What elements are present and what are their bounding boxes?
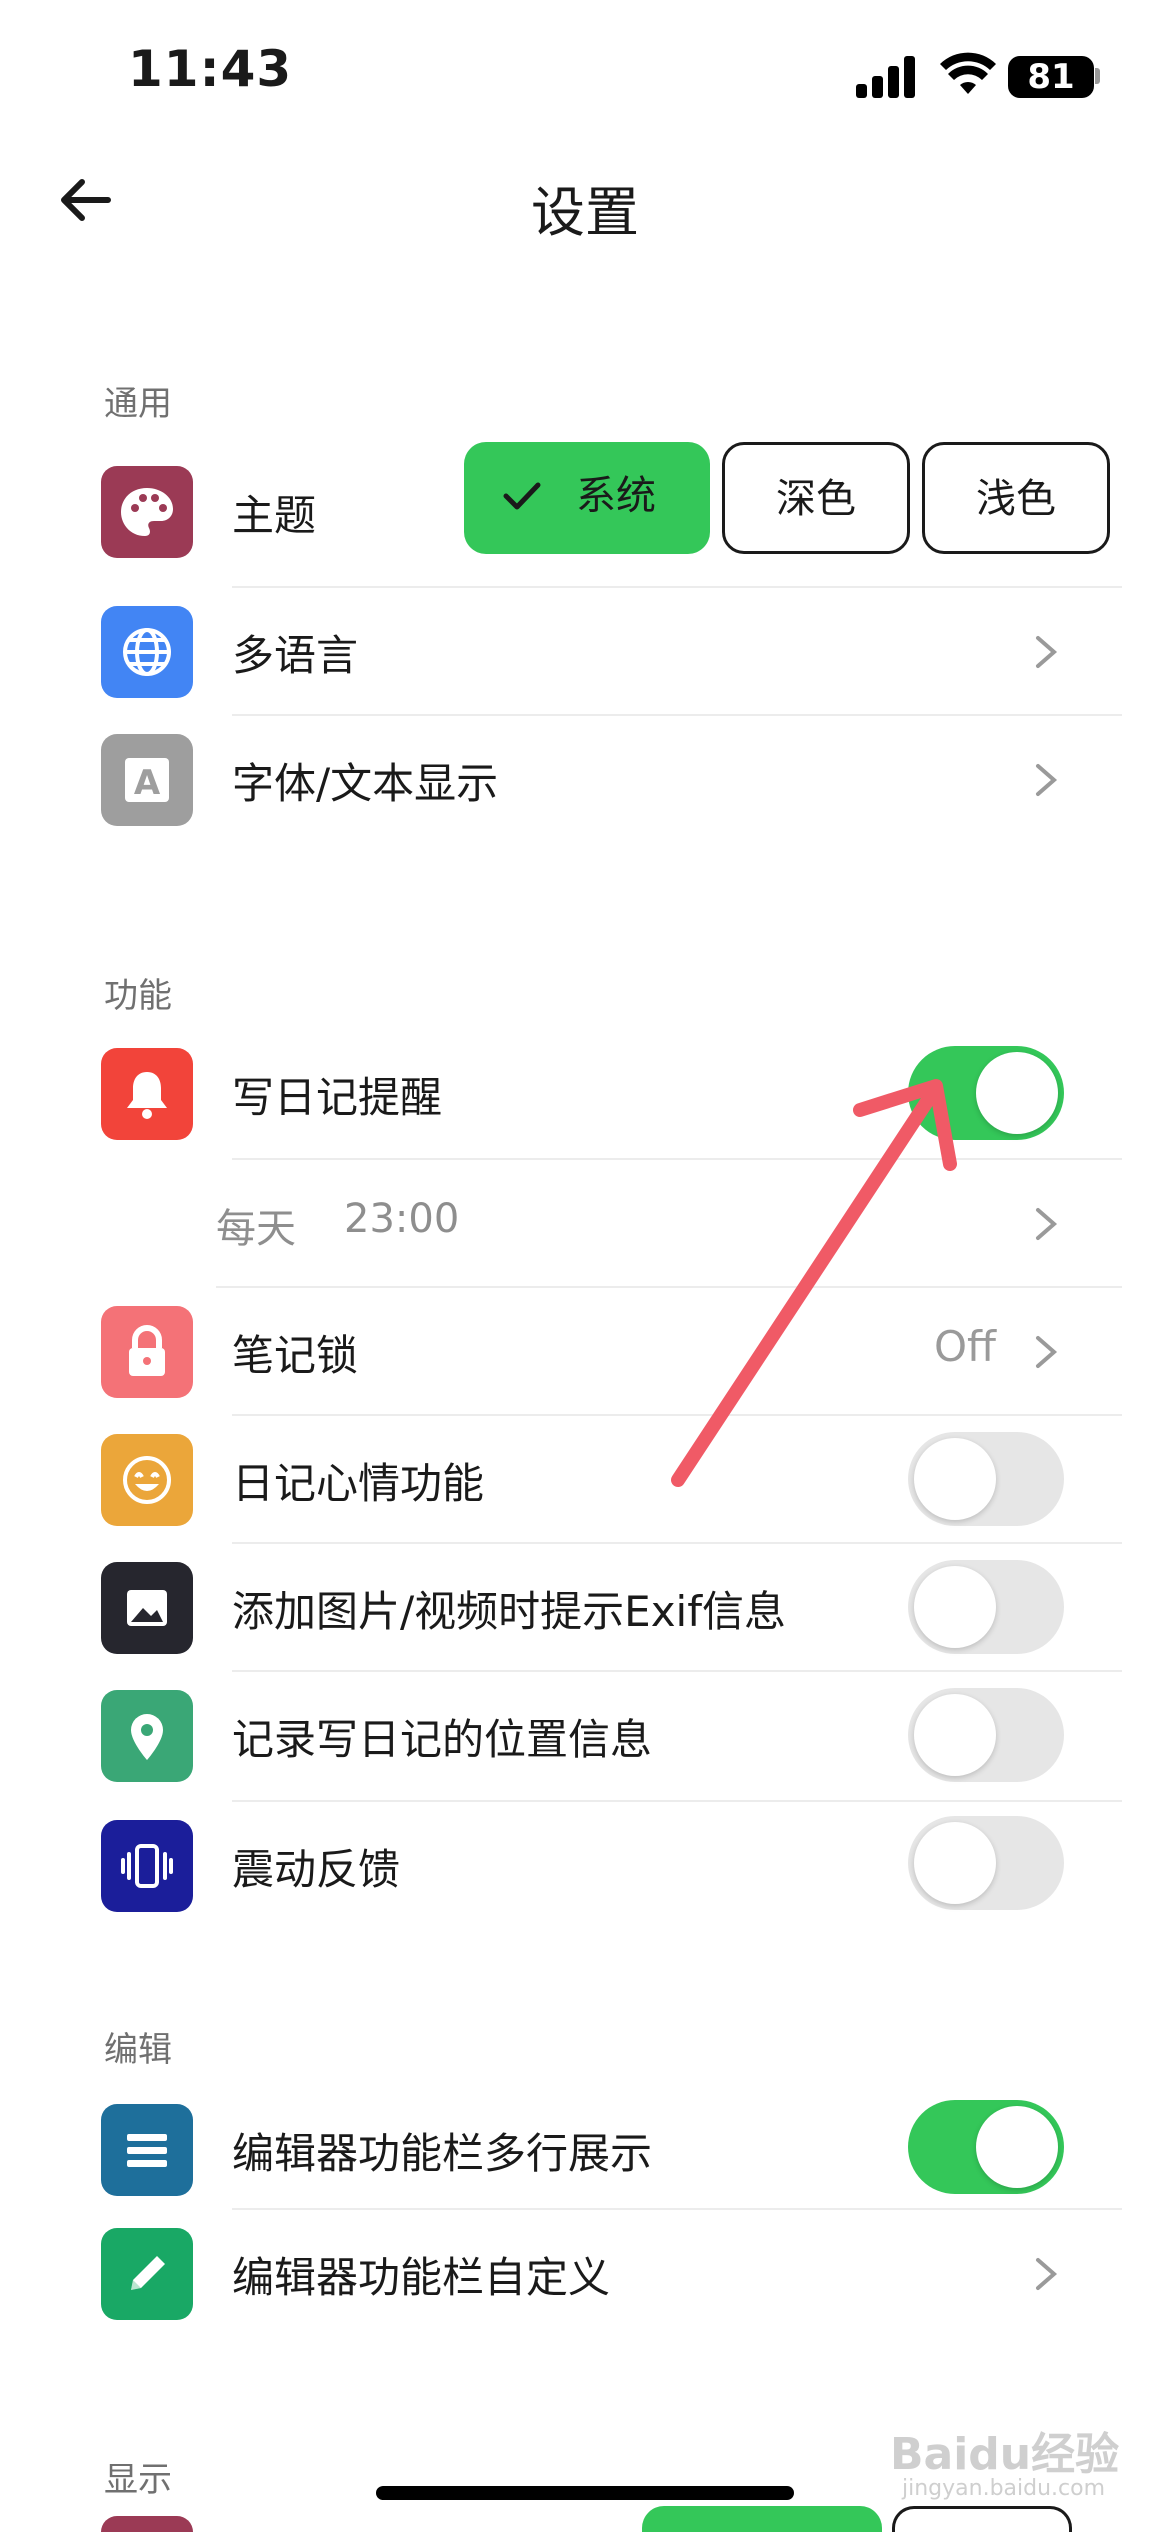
divider [232, 1670, 1122, 1672]
mood-label: 日记心情功能 [232, 1459, 485, 1508]
toggle-knob [914, 1694, 996, 1776]
battery-cap [1095, 68, 1100, 84]
image-icon [101, 1562, 193, 1654]
theme-option-light-label: 浅色 [976, 476, 1056, 522]
chevron-right-icon [1036, 764, 1058, 796]
divider [232, 1542, 1122, 1544]
location-label: 记录写日记的位置信息 [232, 1715, 653, 1764]
bell-icon [101, 1048, 193, 1140]
theme-option-dark-label: 深色 [776, 476, 856, 522]
svg-text:A: A [134, 763, 161, 803]
divider [232, 586, 1122, 588]
annotation-arrow-icon [671, 1079, 957, 1487]
chevron-right-icon [1036, 1336, 1058, 1368]
language-label: 多语言 [232, 631, 359, 680]
section-header-features: 功能 [104, 976, 172, 1016]
chevron-right-icon [1036, 636, 1058, 668]
multiline-label: 编辑器功能栏多行展示 [232, 2129, 653, 2178]
diary-reminder-label: 写日记提醒 [232, 1073, 443, 1122]
location-toggle[interactable] [908, 1688, 1064, 1782]
watermark-brand: Baidu经验 [890, 2429, 1120, 2480]
note-lock-label: 笔记锁 [232, 1331, 359, 1380]
toggle-knob [976, 1052, 1058, 1134]
lock-icon [101, 1306, 193, 1398]
watermark-url: jingyan.baidu.com [902, 2476, 1106, 2501]
home-indicator[interactable] [376, 2486, 794, 2500]
divider [232, 2208, 1122, 2210]
chevron-right-icon [1036, 2258, 1058, 2290]
section-header-general: 通用 [104, 384, 172, 424]
font-label: 字体/文本显示 [232, 759, 499, 808]
wifi-icon [940, 52, 996, 94]
battery-icon: 81 [1008, 56, 1094, 98]
location-pin-icon [101, 1690, 193, 1782]
reminder-day: 每天 [216, 1206, 296, 1252]
cellular-signal-icon [856, 56, 918, 98]
status-time: 11:43 [128, 40, 293, 98]
section-header-edit: 编辑 [104, 2030, 172, 2070]
exif-label: 添加图片/视频时提示Exif信息 [232, 1587, 786, 1636]
theme-option-dark[interactable]: 深色 [722, 442, 910, 554]
palette-icon [101, 2516, 193, 2532]
pencil-icon [101, 2228, 193, 2320]
toggle-knob [914, 1822, 996, 1904]
display-option[interactable] [892, 2506, 1072, 2532]
menu-lines-icon [101, 2104, 193, 2196]
display-option-selected[interactable] [642, 2506, 882, 2532]
theme-option-system[interactable]: 系统 [464, 442, 710, 554]
text-a-icon: A [101, 734, 193, 826]
reminder-time-row[interactable] [0, 1162, 1170, 1286]
custom-toolbar-label: 编辑器功能栏自定义 [232, 2253, 611, 2302]
divider [232, 714, 1122, 716]
reminder-time: 23:00 [344, 1196, 460, 1242]
theme-option-system-label: 系统 [576, 473, 656, 519]
section-header-display: 显示 [104, 2460, 172, 2500]
page-title: 设置 [531, 181, 639, 244]
exif-toggle[interactable] [908, 1560, 1064, 1654]
haptic-toggle[interactable] [908, 1816, 1064, 1910]
toggle-knob [914, 1566, 996, 1648]
vibration-icon [101, 1820, 193, 1912]
theme-option-light[interactable]: 浅色 [922, 442, 1110, 554]
palette-icon [101, 466, 193, 558]
globe-icon [101, 606, 193, 698]
haptic-label: 震动反馈 [232, 1845, 401, 1894]
toggle-knob [976, 2106, 1058, 2188]
divider [232, 1800, 1122, 1802]
smiley-icon [101, 1434, 193, 1526]
check-icon [503, 482, 541, 510]
chevron-right-icon [1036, 1208, 1058, 1240]
multiline-toggle[interactable] [908, 2100, 1064, 2194]
theme-label: 主题 [232, 491, 317, 540]
